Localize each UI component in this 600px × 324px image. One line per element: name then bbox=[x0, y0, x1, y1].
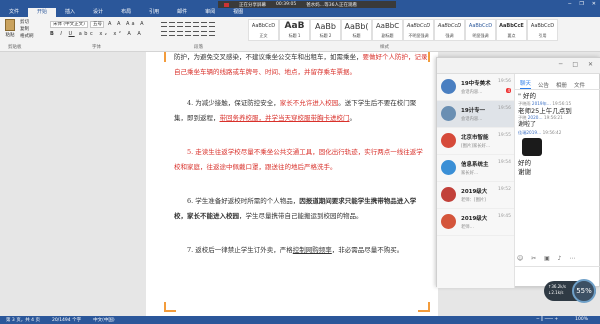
message-text: 老师25上午几点到 bbox=[518, 106, 572, 115]
group-clipboard: 剪贴板 bbox=[8, 45, 22, 50]
chat-titlebar: ─ □ ✕ bbox=[437, 58, 600, 74]
tab-home[interactable]: 开始 bbox=[28, 8, 57, 17]
tab-layout[interactable]: 布局 bbox=[112, 8, 140, 17]
paragraph-3: 防护，为避免交叉感染，不建议乘坐公交车和出租车，如需乘坐，要做好个人防护，记录自… bbox=[174, 53, 428, 76]
avatar bbox=[441, 79, 456, 94]
word-titlebar: 正在分享屏幕 00:39:05 爸水妈…等36人正在观看 ─ ❐ ✕ bbox=[0, 0, 600, 8]
tab-announcement[interactable]: 公告 bbox=[538, 81, 549, 89]
message-text: 好的 bbox=[518, 159, 531, 167]
copy-button[interactable]: 复制 bbox=[20, 26, 34, 33]
zoom-level[interactable]: 100% bbox=[569, 316, 594, 324]
paragraph-6: 6. 学生准备好返校时所需的个人物品，因报道期间要求只能学生携带物品进入学校，家… bbox=[174, 197, 417, 220]
chat-window-controls[interactable]: ─ □ ✕ bbox=[559, 61, 597, 68]
avatar bbox=[441, 160, 456, 175]
style-quote[interactable]: AaBbCcD 引用 bbox=[527, 19, 558, 41]
style-heading-2[interactable]: AaBb 标题 2 bbox=[310, 19, 341, 41]
restore-icon[interactable]: ❐ bbox=[579, 0, 583, 8]
paragraph-4: 4. 为减少接触，保证防控安全，家长不允许进入校园。送下学生后不要在校门聚集，即… bbox=[174, 99, 417, 122]
tab-design[interactable]: 设计 bbox=[84, 8, 112, 17]
ribbon-tabs: 文件 开始 插入 设计 布局 引用 邮件 审阅 视图 bbox=[0, 8, 600, 17]
contact-list: 19中专美术 19:56 会话内容… 4 19计专一 19:56 会话内容… 北京市智能 1… bbox=[437, 74, 515, 288]
tab-mailings[interactable]: 邮件 bbox=[168, 8, 196, 17]
font-size-select[interactable]: 五号 bbox=[90, 21, 104, 28]
contact-item[interactable]: 2019级大 19:45 老师… bbox=[437, 209, 514, 236]
contact-item[interactable]: 北京市智能 19:55 [图片]家长好… bbox=[437, 128, 514, 155]
group-font: 字体 bbox=[92, 45, 101, 50]
tab-chat[interactable]: 聊天 bbox=[520, 79, 532, 89]
language[interactable]: 中文(中国) bbox=[87, 317, 121, 323]
message-text: 谢谢 bbox=[518, 167, 531, 176]
paragraph-buttons[interactable] bbox=[160, 21, 240, 39]
page-count[interactable]: 第 3 页，共 4 页 bbox=[0, 317, 46, 323]
zoom-slider[interactable]: ─ ┃ ─── + bbox=[531, 316, 565, 324]
tab-album[interactable]: 相册 bbox=[556, 81, 567, 89]
avatar bbox=[441, 106, 456, 121]
status-bar: 第 3 页，共 4 页 20/1494 个字 中文(中国) ─ ┃ ─── + … bbox=[0, 316, 600, 324]
style-subtitle[interactable]: AaBbC 副标题 bbox=[372, 19, 403, 41]
minimize-icon[interactable]: ─ bbox=[568, 0, 571, 8]
style-heading-1[interactable]: AaB 标题 1 bbox=[279, 19, 310, 41]
style-emphasis[interactable]: AaBbCcD 强调 bbox=[434, 19, 465, 41]
share-status: 正在分享屏幕 bbox=[239, 2, 266, 8]
style-intense-emphasis[interactable]: AaBbCcD 明显强调 bbox=[465, 19, 496, 41]
crop-mark bbox=[164, 302, 176, 312]
style-strong[interactable]: AaBbCcE 要点 bbox=[496, 19, 527, 41]
tab-files[interactable]: 文件 bbox=[574, 81, 585, 89]
document-page[interactable]: 防护，为避免交叉感染，不建议乘坐公交车和出租车，如需乘坐，要做好个人防护，记录自… bbox=[146, 52, 438, 316]
avatar bbox=[441, 133, 456, 148]
style-normal[interactable]: AaBbCcD 正文 bbox=[248, 19, 279, 41]
tab-insert[interactable]: 插入 bbox=[56, 8, 84, 17]
conversation-pane: 聊天 公告 相册 文件 " 好的 子晓雨 2019年… 19:56:15 老师2… bbox=[515, 74, 600, 288]
sticker-image bbox=[522, 137, 542, 156]
avatar bbox=[441, 187, 456, 202]
stop-share-icon[interactable] bbox=[224, 2, 229, 7]
paragraph-5: 5. 走读生往返学校尽量不乘坐公共交通工具，固化出行轨迹，实行两点一线往返学校和… bbox=[174, 148, 423, 171]
tab-references[interactable]: 引用 bbox=[140, 8, 168, 17]
network-speed-widget[interactable]: ↑36.2k/s ↓2.1k/s 55% bbox=[544, 279, 596, 303]
clipboard-icon bbox=[5, 19, 15, 31]
styles-gallery: AaBbCcD 正文 AaB 标题 1 AaBb 标题 2 AaBb(标题 AaBbC… bbox=[248, 19, 558, 41]
message-text: 谢啦了 bbox=[518, 121, 537, 128]
qq-chat-window: ─ □ ✕ 19中专美术 19:56 会话内容… 4 19计专一 19:56 会话内容… … bbox=[436, 57, 600, 288]
usage-gauge: 55% bbox=[572, 279, 596, 303]
font-name-select[interactable]: 宋体 (中文正文) bbox=[50, 21, 88, 28]
format-painter-button[interactable]: 格式刷 bbox=[20, 33, 34, 40]
clipboard-actions: 剪切 复制 格式刷 bbox=[20, 19, 34, 40]
avatar bbox=[441, 214, 456, 229]
unread-badge: 4 bbox=[506, 88, 511, 93]
conversation-tabs: 聊天 公告 相册 文件 bbox=[515, 74, 600, 90]
share-viewers[interactable]: 爸水妈…等36人正在观看 bbox=[306, 2, 357, 8]
message-meta: 佳瑞2019… 19:56:42 bbox=[518, 129, 562, 135]
contact-item[interactable]: 2019级大 19:52 老师：[图片] bbox=[437, 182, 514, 209]
style-subtle-emphasis[interactable]: AaBbCcD 不明显强调 bbox=[403, 19, 434, 41]
contact-item[interactable]: 信息系统主 19:54 家长好… bbox=[437, 155, 514, 182]
style-title[interactable]: AaBb(标题 bbox=[341, 19, 372, 41]
speed-readout: ↑36.2k/s ↓2.1k/s bbox=[548, 284, 567, 295]
ribbon: 粘贴 剪切 复制 格式刷 宋体 (中文正文) 五号 A A Aa A B I U… bbox=[0, 17, 600, 52]
chat-input-toolbar[interactable]: ☺ ✂ ▣ ♪ ⋯ bbox=[517, 255, 578, 262]
tab-file[interactable]: 文件 bbox=[0, 8, 28, 17]
font-grow-shrink[interactable]: A A Aa A bbox=[108, 21, 146, 27]
message-text: " 好的 bbox=[518, 92, 537, 100]
message-list: " 好的 子晓雨 2019年… 19:56:15 老师25上午几点到 子晓 20… bbox=[518, 92, 600, 176]
share-timer: 00:39:05 bbox=[276, 2, 297, 7]
word-count[interactable]: 20/1494 个字 bbox=[46, 317, 87, 323]
cut-button[interactable]: 剪切 bbox=[20, 19, 34, 26]
paste-button[interactable]: 粘贴 bbox=[3, 19, 17, 41]
contact-item[interactable]: 19计专一 19:56 会话内容… bbox=[437, 101, 514, 128]
screen-share-bar: 正在分享屏幕 00:39:05 爸水妈…等36人正在观看 bbox=[218, 1, 396, 8]
crop-mark bbox=[418, 302, 430, 312]
close-icon[interactable]: ✕ bbox=[592, 0, 596, 8]
window-controls: ─ ❐ ✕ bbox=[568, 0, 596, 8]
contact-item[interactable]: 19中专美术 19:56 会话内容… 4 bbox=[437, 74, 514, 101]
tab-review[interactable]: 审阅 bbox=[196, 8, 224, 17]
font-format-buttons[interactable]: B I U abc x₂ x² A A bbox=[50, 31, 143, 37]
tab-view[interactable]: 视图 bbox=[224, 8, 252, 17]
zoom-control: ─ ┃ ─── + 100% bbox=[531, 316, 594, 324]
paragraph-7: 7. 返校后一律禁止学生订外卖，严格控制网购频率，非必需品尽量不购买。 bbox=[187, 246, 404, 254]
